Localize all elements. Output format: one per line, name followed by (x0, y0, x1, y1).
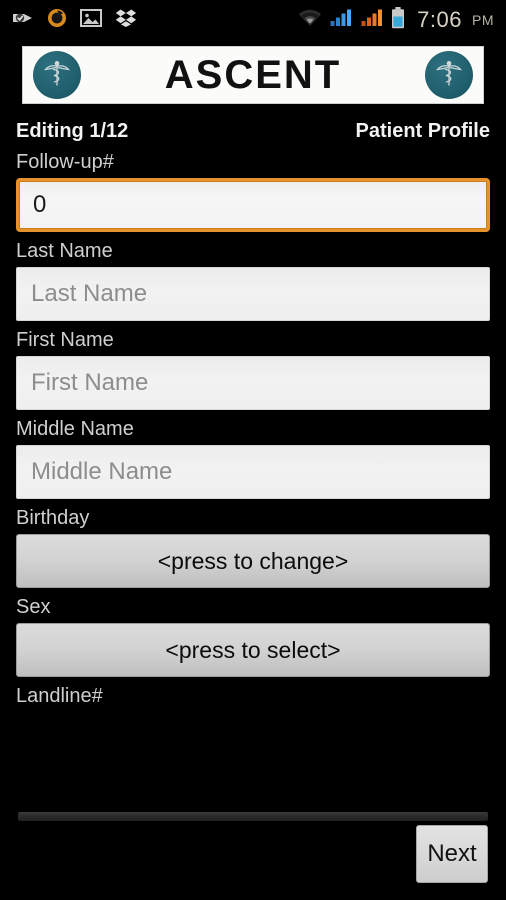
app-screen: 7:06 PM ASCENT Editing 1/12 Patient Prof… (0, 0, 506, 900)
first-name-input[interactable] (16, 356, 490, 410)
editing-status: Editing 1/12 (16, 120, 129, 142)
status-bar-ampm: PM (472, 12, 494, 28)
field-label-sex: Sex (16, 596, 51, 618)
status-bar-notifications (12, 8, 298, 33)
followup-input[interactable] (16, 178, 490, 232)
status-bar: 7:06 PM (0, 0, 506, 40)
bottom-divider (18, 812, 488, 821)
last-name-input[interactable] (16, 267, 490, 321)
field-sex: Sex <press to select> (0, 596, 506, 677)
field-label-middle-name: Middle Name (16, 418, 134, 440)
battery-icon (391, 6, 405, 34)
dropbox-icon (115, 8, 137, 33)
tag-check-icon (12, 10, 34, 31)
birthday-picker-button[interactable]: <press to change> (16, 534, 490, 588)
field-landline: Landline# (0, 685, 506, 708)
field-followup: Follow-up# (0, 151, 506, 232)
caduceus-icon-right (425, 51, 473, 99)
sex-picker-button[interactable]: <press to select> (16, 623, 490, 677)
sync-circle-icon (47, 8, 67, 33)
field-label-last-name: Last Name (16, 240, 113, 262)
field-label-first-name: First Name (16, 329, 114, 351)
form-content: Editing 1/12 Patient Profile Follow-up# … (0, 112, 506, 900)
signal-bars-sim2-icon (360, 8, 384, 32)
field-label-birthday: Birthday (16, 507, 90, 529)
wifi-icon (298, 8, 322, 32)
field-label-followup: Follow-up# (16, 151, 114, 173)
caduceus-icon-left (33, 51, 81, 99)
field-last-name: Last Name (0, 240, 506, 321)
section-title: Patient Profile (355, 120, 490, 142)
app-banner: ASCENT (22, 46, 484, 104)
field-birthday: Birthday <press to change> (0, 507, 506, 588)
status-bar-clock: 7:06 (417, 7, 462, 32)
field-middle-name: Middle Name (0, 418, 506, 499)
signal-bars-sim1-icon (329, 8, 353, 32)
field-label-landline: Landline# (16, 685, 103, 707)
middle-name-input[interactable] (16, 445, 490, 499)
page-title: ASCENT (164, 53, 342, 97)
status-bar-system: 7:06 PM (298, 6, 494, 34)
next-button[interactable]: Next (416, 825, 488, 883)
gallery-image-icon (80, 8, 102, 32)
field-first-name: First Name (0, 329, 506, 410)
form-header: Editing 1/12 Patient Profile (0, 112, 506, 143)
